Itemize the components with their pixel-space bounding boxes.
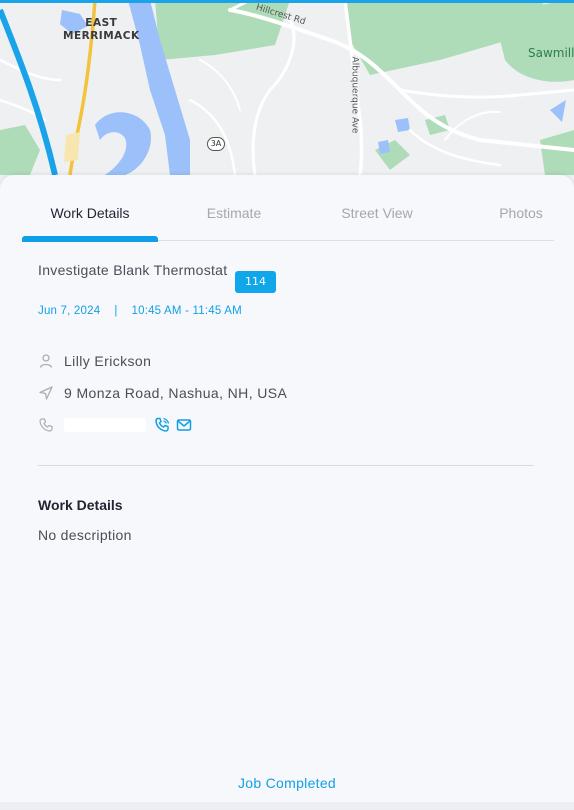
work-details-heading: Work Details bbox=[38, 497, 123, 513]
phone-icon bbox=[39, 418, 53, 432]
active-tab-indicator bbox=[22, 236, 158, 242]
call-icon[interactable] bbox=[154, 417, 170, 433]
tab-label: Estimate bbox=[206, 205, 262, 221]
tab-estimate[interactable]: Estimate bbox=[184, 205, 284, 241]
route-shield: 3A bbox=[207, 137, 225, 151]
mail-icon[interactable] bbox=[176, 417, 192, 433]
job-title: Investigate Blank Thermostat bbox=[38, 262, 228, 278]
tab-label: Work Details bbox=[50, 205, 130, 221]
tab-label: Street View bbox=[341, 205, 413, 221]
bottom-bar bbox=[0, 802, 574, 810]
job-schedule: Jun 7, 2024 | 10:45 AM - 11:45 AM bbox=[38, 305, 242, 317]
tab-photos[interactable]: Photos bbox=[480, 205, 562, 241]
tab-street-view[interactable]: Street View bbox=[322, 205, 432, 241]
customer-name-row: Lilly Erickson bbox=[38, 351, 151, 371]
customer-address-row[interactable]: 9 Monza Road, Nashua, NH, USA bbox=[38, 383, 287, 403]
job-details-panel: Work Details Estimate Street View Photos… bbox=[0, 175, 574, 810]
map-label-town: EAST MERRIMACK bbox=[63, 17, 140, 42]
phone-number-redacted bbox=[64, 418, 146, 432]
map-view[interactable]: EAST MERRIMACK Sawmill Hillcrest Rd Albu… bbox=[0, 0, 574, 190]
job-time: 10:45 AM - 11:45 AM bbox=[131, 305, 242, 317]
person-icon bbox=[39, 354, 53, 368]
section-divider bbox=[38, 465, 534, 466]
customer-address: 9 Monza Road, Nashua, NH, USA bbox=[64, 385, 288, 401]
work-details-description: No description bbox=[38, 527, 132, 543]
tab-label: Photos bbox=[499, 205, 543, 221]
customer-contact-row bbox=[38, 415, 198, 435]
job-date: Jun 7, 2024 bbox=[38, 305, 101, 317]
tab-work-details[interactable]: Work Details bbox=[22, 205, 158, 242]
map-label-albuquerque: Albuquerque Ave bbox=[349, 56, 360, 134]
map-top-accent bbox=[0, 0, 574, 3]
schedule-separator: | bbox=[114, 305, 118, 317]
job-completed-button[interactable]: Job Completed bbox=[0, 775, 574, 791]
location-arrow-icon bbox=[39, 386, 53, 400]
customer-name: Lilly Erickson bbox=[64, 353, 152, 369]
job-number-badge: 114 bbox=[235, 271, 276, 293]
tab-bar: Work Details Estimate Street View Photos bbox=[22, 175, 554, 242]
map-label-park: Sawmill bbox=[528, 46, 574, 60]
